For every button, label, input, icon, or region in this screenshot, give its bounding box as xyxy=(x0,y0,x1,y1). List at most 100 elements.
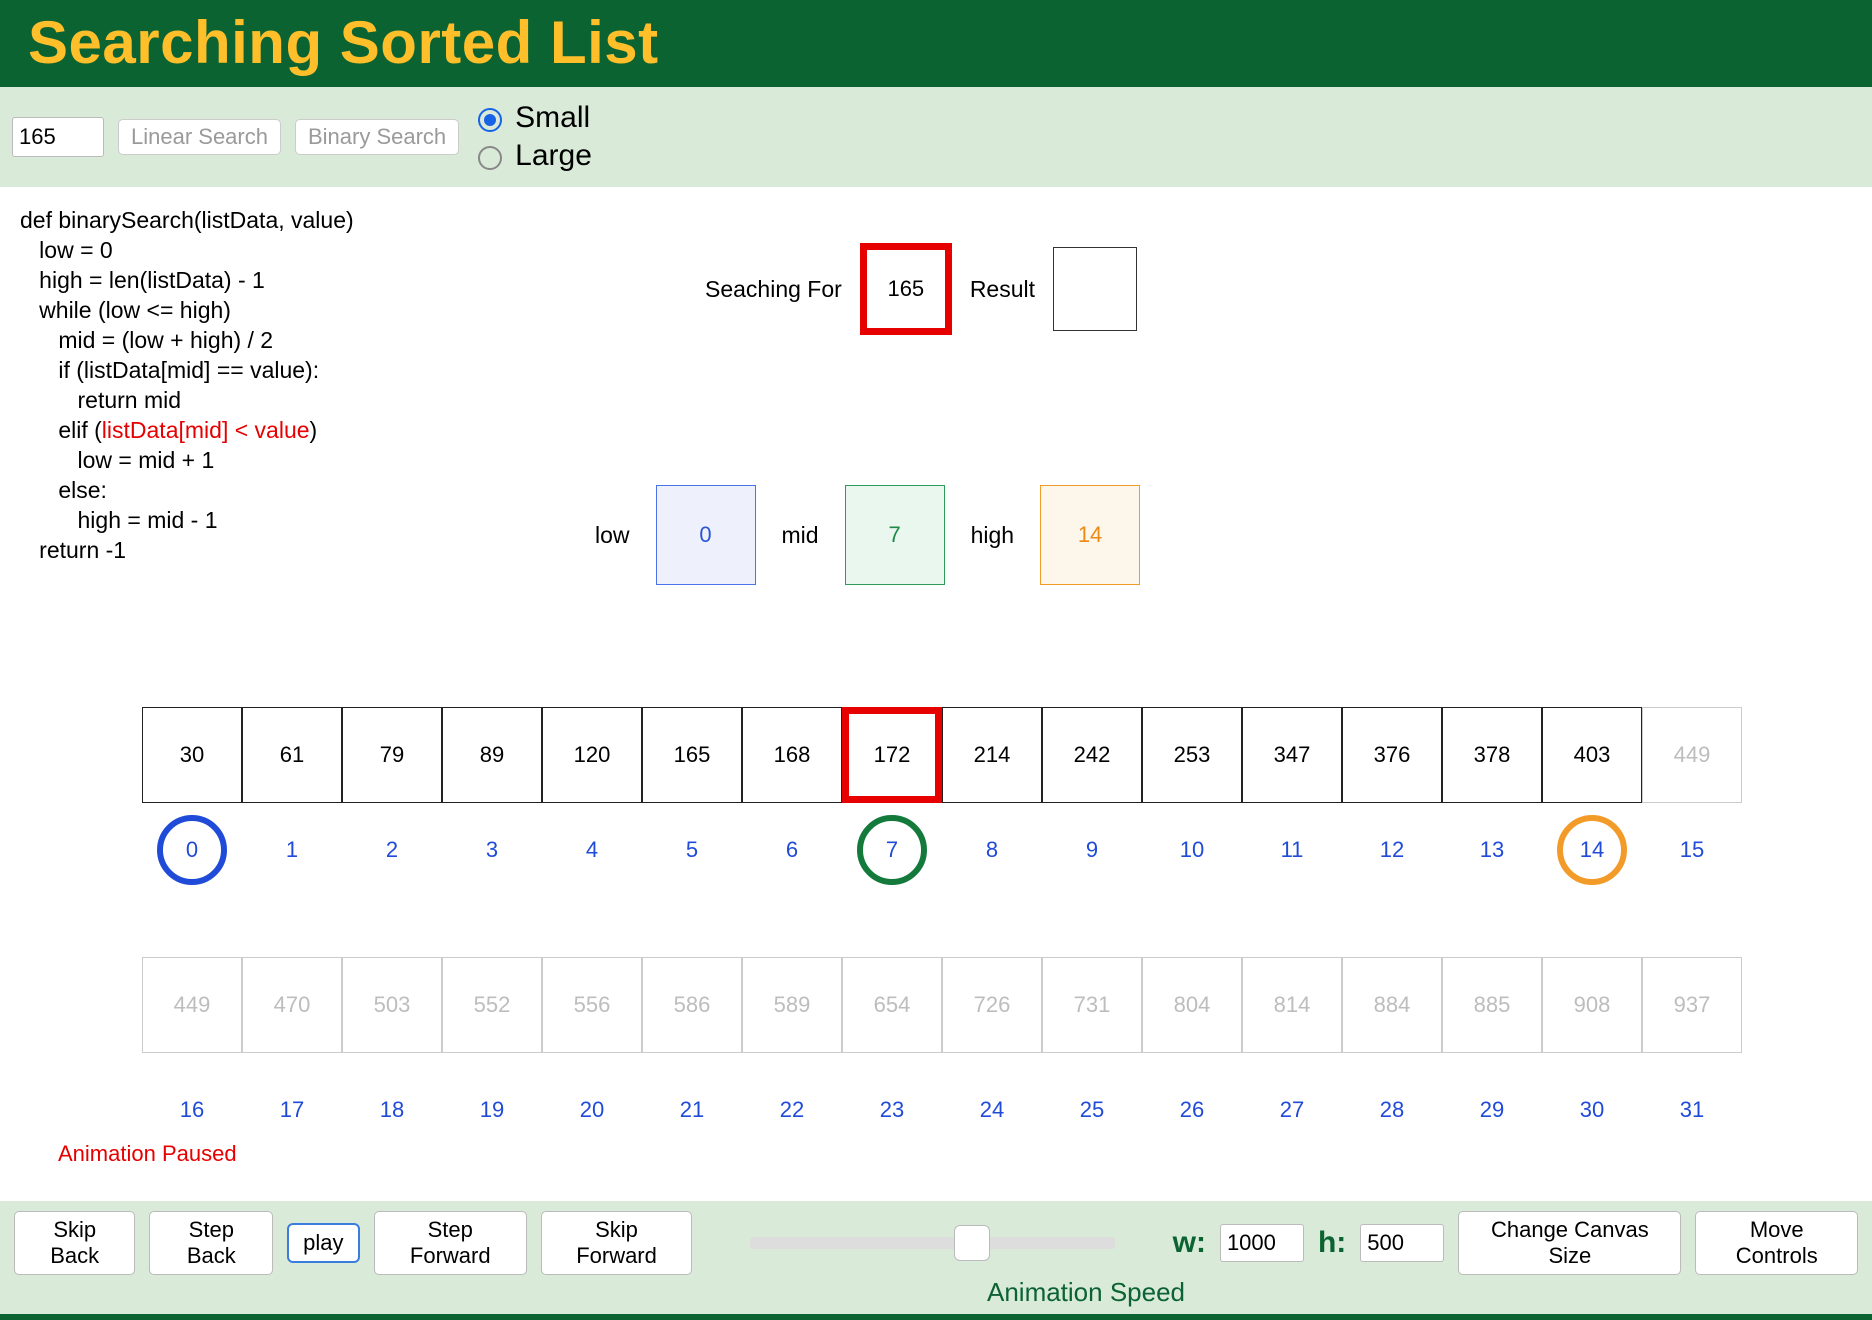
high-label: high xyxy=(971,522,1014,549)
array-index: 25 xyxy=(1042,1097,1142,1123)
page-header: Searching Sorted List xyxy=(0,0,1872,87)
array-cell: 908 xyxy=(1542,957,1642,1053)
bottom-controls: Skip Back Step Back play Step Forward Sk… xyxy=(0,1201,1872,1320)
size-small-radio[interactable] xyxy=(478,108,502,132)
array-cell: 654 xyxy=(842,957,942,1053)
array-index: 19 xyxy=(442,1097,542,1123)
array-index: 2 xyxy=(342,837,442,863)
array-index: 22 xyxy=(742,1097,842,1123)
step-forward-button[interactable]: Step Forward xyxy=(374,1211,527,1275)
array-cell: 347 xyxy=(1242,707,1342,803)
high-box: 14 xyxy=(1040,485,1140,585)
speed-slider[interactable] xyxy=(750,1237,1115,1249)
array-cell: 552 xyxy=(442,957,542,1053)
result-box xyxy=(1053,247,1137,331)
array-index: 20 xyxy=(542,1097,642,1123)
array-cell: 242 xyxy=(1042,707,1142,803)
change-canvas-size-button[interactable]: Change Canvas Size xyxy=(1458,1211,1681,1275)
array-cell: 61 xyxy=(242,707,342,803)
binary-search-button[interactable]: Binary Search xyxy=(295,119,459,155)
high-marker-circle xyxy=(1557,815,1627,885)
array-cell: 586 xyxy=(642,957,742,1053)
array-index: 23 xyxy=(842,1097,942,1123)
mid-label: mid xyxy=(782,522,819,549)
array-cell: 214 xyxy=(942,707,1042,803)
array-row-2: 4494705035525565865896547267318048148848… xyxy=(142,957,1742,1053)
move-controls-button[interactable]: Move Controls xyxy=(1695,1211,1858,1275)
array-row-1: 3061798912016516817221424225334737637840… xyxy=(142,707,1742,803)
size-small-option[interactable]: Small xyxy=(473,101,592,135)
play-button[interactable]: play xyxy=(287,1223,359,1263)
array-index: 11 xyxy=(1242,837,1342,863)
array-index: 30 xyxy=(1542,1097,1642,1123)
step-back-button[interactable]: Step Back xyxy=(149,1211,273,1275)
array-index: 15 xyxy=(1642,837,1742,863)
index-row-1: 0123456789101112131415 xyxy=(142,837,1742,863)
size-options: Small Large xyxy=(473,101,592,173)
array-index: 26 xyxy=(1142,1097,1242,1123)
array-cell: 172 xyxy=(842,707,942,803)
array-cell: 589 xyxy=(742,957,842,1053)
low-box: 0 xyxy=(656,485,756,585)
array-cell: 470 xyxy=(242,957,342,1053)
array-index: 24 xyxy=(942,1097,1042,1123)
array-index: 13 xyxy=(1442,837,1542,863)
size-large-radio[interactable] xyxy=(478,146,502,170)
array-index: 31 xyxy=(1642,1097,1742,1123)
size-small-label: Small xyxy=(515,101,590,135)
array-index: 3 xyxy=(442,837,542,863)
page-title: Searching Sorted List xyxy=(28,8,1844,77)
searching-for-box: 165 xyxy=(860,243,952,335)
array-cell: 503 xyxy=(342,957,442,1053)
array-index: 14 xyxy=(1542,837,1642,863)
array-cell: 376 xyxy=(1342,707,1442,803)
array-cell: 556 xyxy=(542,957,642,1053)
array-cell: 378 xyxy=(1442,707,1542,803)
height-label: h: xyxy=(1318,1226,1346,1260)
array-cell: 814 xyxy=(1242,957,1342,1053)
code-listing: def binarySearch(listData, value) low = … xyxy=(20,205,354,565)
array-index: 29 xyxy=(1442,1097,1542,1123)
array-cell: 89 xyxy=(442,707,542,803)
slider-thumb[interactable] xyxy=(954,1225,990,1261)
array-cell: 449 xyxy=(142,957,242,1053)
linear-search-button[interactable]: Linear Search xyxy=(118,119,281,155)
mid-box: 7 xyxy=(845,485,945,585)
array-index: 6 xyxy=(742,837,842,863)
array-index: 4 xyxy=(542,837,642,863)
array-index: 21 xyxy=(642,1097,742,1123)
array-cell: 168 xyxy=(742,707,842,803)
array-index: 7 xyxy=(842,837,942,863)
canvas-width-input[interactable] xyxy=(1220,1224,1304,1262)
array-index: 9 xyxy=(1042,837,1142,863)
array-index: 28 xyxy=(1342,1097,1442,1123)
visualization-canvas: def binarySearch(listData, value) low = … xyxy=(0,187,1872,1207)
top-controls: Linear Search Binary Search Small Large xyxy=(0,87,1872,187)
array-index: 12 xyxy=(1342,837,1442,863)
skip-back-button[interactable]: Skip Back xyxy=(14,1211,135,1275)
array-index: 0 xyxy=(142,837,242,863)
array-cell: 937 xyxy=(1642,957,1742,1053)
array-cell: 403 xyxy=(1542,707,1642,803)
array-cell: 884 xyxy=(1342,957,1442,1053)
array-cell: 804 xyxy=(1142,957,1242,1053)
array-cell: 30 xyxy=(142,707,242,803)
animation-status: Animation Paused xyxy=(58,1141,237,1167)
array-cell: 253 xyxy=(1142,707,1242,803)
result-label: Result xyxy=(970,276,1035,303)
array-index: 1 xyxy=(242,837,342,863)
size-large-option[interactable]: Large xyxy=(473,139,592,173)
array-cell: 726 xyxy=(942,957,1042,1053)
index-row-2: 16171819202122232425262728293031 xyxy=(142,1097,1742,1123)
array-cell: 79 xyxy=(342,707,442,803)
canvas-height-input[interactable] xyxy=(1360,1224,1444,1262)
array-cell: 731 xyxy=(1042,957,1142,1053)
search-value-input[interactable] xyxy=(12,117,104,157)
skip-forward-button[interactable]: Skip Forward xyxy=(541,1211,692,1275)
size-large-label: Large xyxy=(515,139,592,173)
speed-label: Animation Speed xyxy=(314,1277,1858,1308)
array-cell: 165 xyxy=(642,707,742,803)
array-index: 16 xyxy=(142,1097,242,1123)
search-display: Seaching For 165 Result xyxy=(705,243,1137,335)
width-label: w: xyxy=(1173,1226,1206,1260)
